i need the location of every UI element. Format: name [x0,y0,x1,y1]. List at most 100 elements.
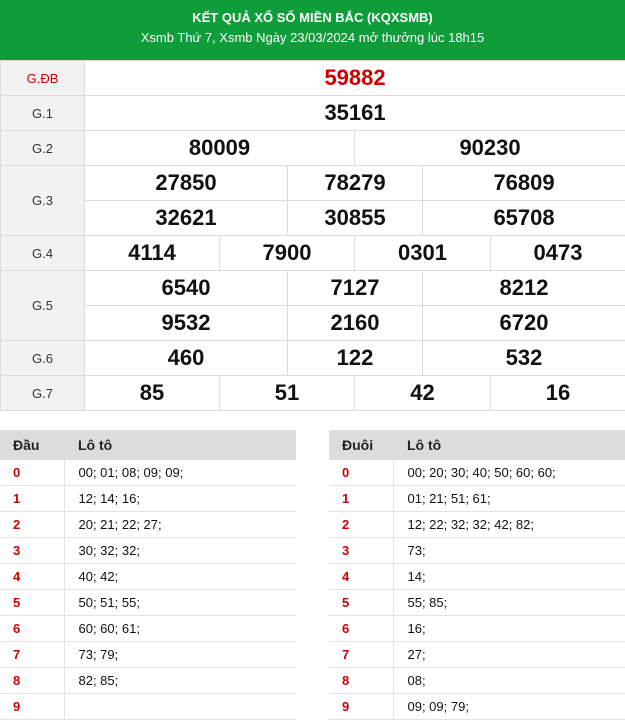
loto-head-row: 112; 14; 16; [0,486,296,512]
loto-head-col-dau: Đầu [0,430,64,460]
g3-number: 30855 [324,205,385,230]
loto-values: 30; 32; 32; [64,538,296,564]
loto-digit: 4 [0,564,64,590]
loto-digit: 7 [329,642,393,668]
prize-row-g3: G.3 27850 78279 76809 [1,166,625,201]
loto-head-row: 440; 42; [0,564,296,590]
results-header: KẾT QUẢ XỔ SỐ MIỀN BẮC (KQXSMB) Xsmb Thứ… [0,0,625,60]
prize-label-g3: G.3 [1,166,85,236]
loto-tail-row: 909; 09; 79; [329,694,625,720]
loto-digit: 6 [0,616,64,642]
special-prize-number: 59882 [324,65,385,90]
g5-number: 2160 [331,310,380,335]
loto-tail-row: 414; [329,564,625,590]
prize-label-db: G.ĐB [1,61,85,96]
prize-label-g7: G.7 [1,376,85,411]
loto-digit: 0 [329,460,393,486]
loto-tail-table: Đuôi Lô tô 000; 20; 30; 40; 50; 60; 60; … [329,430,625,720]
g3-number: 32621 [155,205,216,230]
g7-number: 42 [410,380,434,405]
loto-values: 40; 42; [64,564,296,590]
loto-digit: 1 [0,486,64,512]
loto-tail-row: 727; [329,642,625,668]
loto-digit: 7 [0,642,64,668]
loto-digit: 9 [329,694,393,720]
prize-row-g5: 9532 2160 6720 [1,306,625,341]
g6-number: 532 [506,345,543,370]
page-subtitle: Xsmb Thứ 7, Xsmb Ngày 23/03/2024 mở thưở… [0,28,625,48]
loto-head-row: 660; 60; 61; [0,616,296,642]
prize-label-g1: G.1 [1,96,85,131]
g5-number: 6540 [162,275,211,300]
loto-digit: 2 [329,512,393,538]
prize-row-g6: G.6 460 122 532 [1,341,625,376]
prize-row-g1: G.1 35161 [1,96,625,131]
loto-values: 12; 14; 16; [64,486,296,512]
prize-label-g2: G.2 [1,131,85,166]
g4-number: 4114 [128,240,176,265]
loto-values: 82; 85; [64,668,296,694]
loto-head-row: 220; 21; 22; 27; [0,512,296,538]
loto-digit: 0 [0,460,64,486]
g7-number: 16 [546,380,570,405]
loto-values: 20; 21; 22; 27; [64,512,296,538]
loto-head-row: 550; 51; 55; [0,590,296,616]
loto-digit: 4 [329,564,393,590]
loto-head-row: 330; 32; 32; [0,538,296,564]
g4-number: 0301 [398,240,447,265]
g3-number: 65708 [493,205,554,230]
loto-digit: 2 [0,512,64,538]
g7-number: 85 [140,380,164,405]
loto-digit: 3 [0,538,64,564]
g7-number: 51 [275,380,299,405]
loto-tail-row: 000; 20; 30; 40; 50; 60; 60; [329,460,625,486]
loto-values: 55; 85; [393,590,625,616]
loto-values [64,694,296,720]
prize-label-g4: G.4 [1,236,85,271]
loto-head-row: 773; 79; [0,642,296,668]
loto-digit: 8 [0,668,64,694]
loto-head-row: 9 [0,694,296,720]
results-table: G.ĐB 59882 G.1 35161 G.2 80009 90230 G.3… [0,60,625,411]
g5-number: 7127 [331,275,380,300]
loto-values: 00; 01; 08; 09; 09; [64,460,296,486]
loto-digit: 1 [329,486,393,512]
loto-tail-row: 101; 21; 51; 61; [329,486,625,512]
g3-number: 78279 [324,170,385,195]
prize-row-g5: G.5 6540 7127 8212 [1,271,625,306]
loto-digit: 8 [329,668,393,694]
loto-head-row: 882; 85; [0,668,296,694]
loto-digit: 9 [0,694,64,720]
loto-tail-col-loto: Lô tô [393,430,625,460]
loto-tail-row: 616; [329,616,625,642]
prize-row-db: G.ĐB 59882 [1,61,625,96]
g5-number: 6720 [500,310,549,335]
loto-digit: 3 [329,538,393,564]
g4-number: 7900 [263,240,312,265]
g2-number: 90230 [459,135,520,160]
loto-values: 27; [393,642,625,668]
loto-values: 09; 09; 79; [393,694,625,720]
g2-number: 80009 [189,135,250,160]
g5-number: 8212 [500,275,549,300]
loto-tail-row: 808; [329,668,625,694]
loto-values: 16; [393,616,625,642]
loto-values: 50; 51; 55; [64,590,296,616]
g4-number: 0473 [534,240,583,265]
loto-digit: 5 [329,590,393,616]
loto-values: 73; [393,538,625,564]
loto-head-col-loto: Lô tô [64,430,296,460]
loto-values: 00; 20; 30; 40; 50; 60; 60; [393,460,625,486]
loto-tail-row: 555; 85; [329,590,625,616]
prize-row-g2: G.2 80009 90230 [1,131,625,166]
g1-number: 35161 [324,100,385,125]
loto-values: 73; 79; [64,642,296,668]
g5-number: 9532 [162,310,211,335]
loto-values: 08; [393,668,625,694]
loto-tail-col-duoi: Đuôi [329,430,393,460]
loto-values: 12; 22; 32; 32; 42; 82; [393,512,625,538]
g6-number: 122 [337,345,374,370]
prize-label-g5: G.5 [1,271,85,341]
loto-digit: 6 [329,616,393,642]
prize-row-g3: 32621 30855 65708 [1,201,625,236]
